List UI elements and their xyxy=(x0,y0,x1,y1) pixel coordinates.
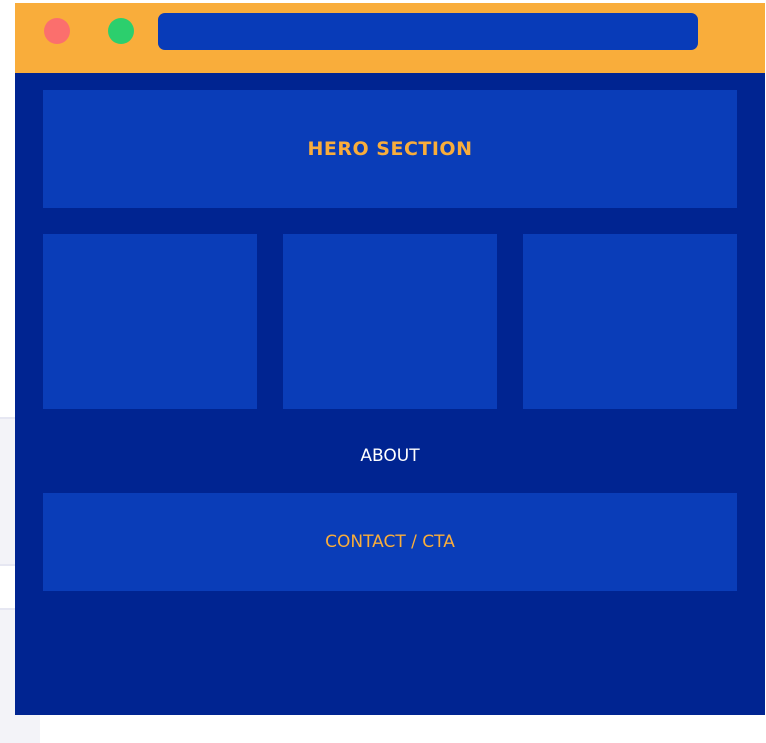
about-section-label: ABOUT xyxy=(360,446,420,466)
close-dot-icon[interactable] xyxy=(44,18,70,44)
contact-cta-section[interactable]: CONTACT / CTA xyxy=(43,493,737,591)
contact-cta-label: CONTACT / CTA xyxy=(325,532,455,552)
browser-window-wireframe: HERO SECTION ABOUT CONTACT / CTA xyxy=(15,3,765,715)
wireframe-canvas: HERO SECTION ABOUT CONTACT / CTA xyxy=(0,0,766,743)
about-section: ABOUT xyxy=(43,441,737,471)
browser-titlebar xyxy=(15,3,765,73)
hero-section-label: HERO SECTION xyxy=(307,138,473,160)
feature-card xyxy=(43,234,257,409)
address-bar[interactable] xyxy=(158,13,698,50)
feature-card xyxy=(523,234,737,409)
hero-section: HERO SECTION xyxy=(43,90,737,208)
feature-card xyxy=(283,234,497,409)
maximize-dot-icon[interactable] xyxy=(108,18,134,44)
